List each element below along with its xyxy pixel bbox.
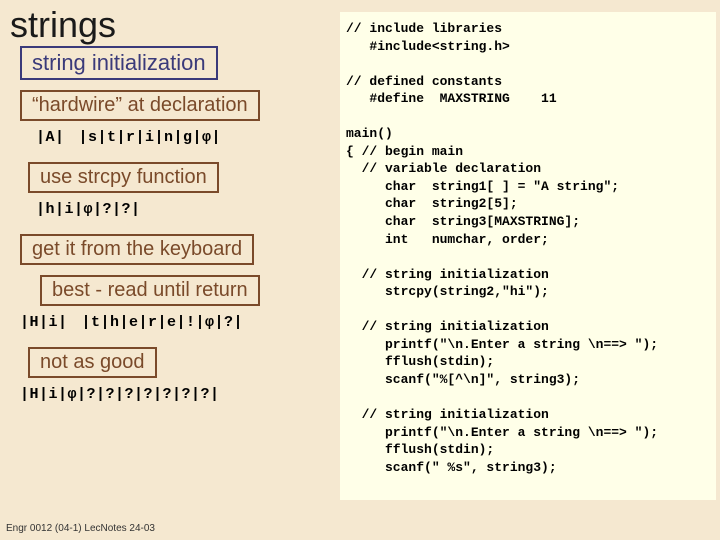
code-line: // variable declaration — [346, 161, 541, 176]
code-line: // string initialization — [346, 267, 549, 282]
code-block: // include libraries #include<string.h> … — [340, 12, 716, 500]
code-line: int numchar, order; — [346, 232, 549, 247]
left-column: string initialization “hardwire” at decl… — [0, 42, 340, 413]
box-keyboard: get it from the keyboard — [20, 234, 254, 265]
code-line: char string2[5]; — [346, 196, 518, 211]
box-strcpy: use strcpy function — [28, 162, 219, 193]
code-line: printf("\n.Enter a string \n==> "); — [346, 337, 658, 352]
box-string-init: string initialization — [20, 46, 218, 80]
mem-cells-best-b: |t|h|e|r|e|!|φ|?| — [82, 314, 244, 331]
mem-cells-best-a: |H|i| — [20, 314, 68, 331]
code-line: { // begin main — [346, 144, 463, 159]
box-hardwire: “hardwire” at declaration — [20, 90, 260, 121]
code-line: // defined constants — [346, 74, 502, 89]
code-line: char string1[ ] = "A string"; — [346, 179, 619, 194]
code-line: // string initialization — [346, 319, 549, 334]
code-line: scanf("%[^\n]", string3); — [346, 372, 580, 387]
code-line: scanf(" %s", string3); — [346, 460, 557, 475]
code-line: #include<string.h> — [346, 39, 510, 54]
code-line: main() — [346, 126, 393, 141]
code-line: // string initialization — [346, 407, 549, 422]
code-line: fflush(stdin); — [346, 442, 494, 457]
mem-row-strcpy: |h|i|φ|?|?| — [36, 201, 340, 218]
code-line: strcpy(string2,"hi"); — [346, 284, 549, 299]
code-line: // include libraries — [346, 21, 502, 36]
mem-row-best: |H|i| |t|h|e|r|e|!|φ|?| — [20, 314, 340, 331]
footer-text: Engr 0012 (04-1) LecNotes 24-03 — [6, 523, 155, 534]
code-line: #define MAXSTRING 11 — [346, 91, 557, 106]
code-line: fflush(stdin); — [346, 354, 494, 369]
code-line: printf("\n.Enter a string \n==> "); — [346, 425, 658, 440]
box-not-as-good: not as good — [28, 347, 157, 378]
code-line: char string3[MAXSTRING]; — [346, 214, 580, 229]
mem-cells-a: |A| — [36, 129, 65, 146]
box-best-read: best - read until return — [40, 275, 260, 306]
mem-cells-b: |s|t|r|i|n|g|φ| — [79, 129, 222, 146]
mem-row-hardwire: |A| |s|t|r|i|n|g|φ| — [36, 129, 340, 146]
mem-row-notgood: |H|i|φ|?|?|?|?|?|?|?| — [20, 386, 340, 403]
